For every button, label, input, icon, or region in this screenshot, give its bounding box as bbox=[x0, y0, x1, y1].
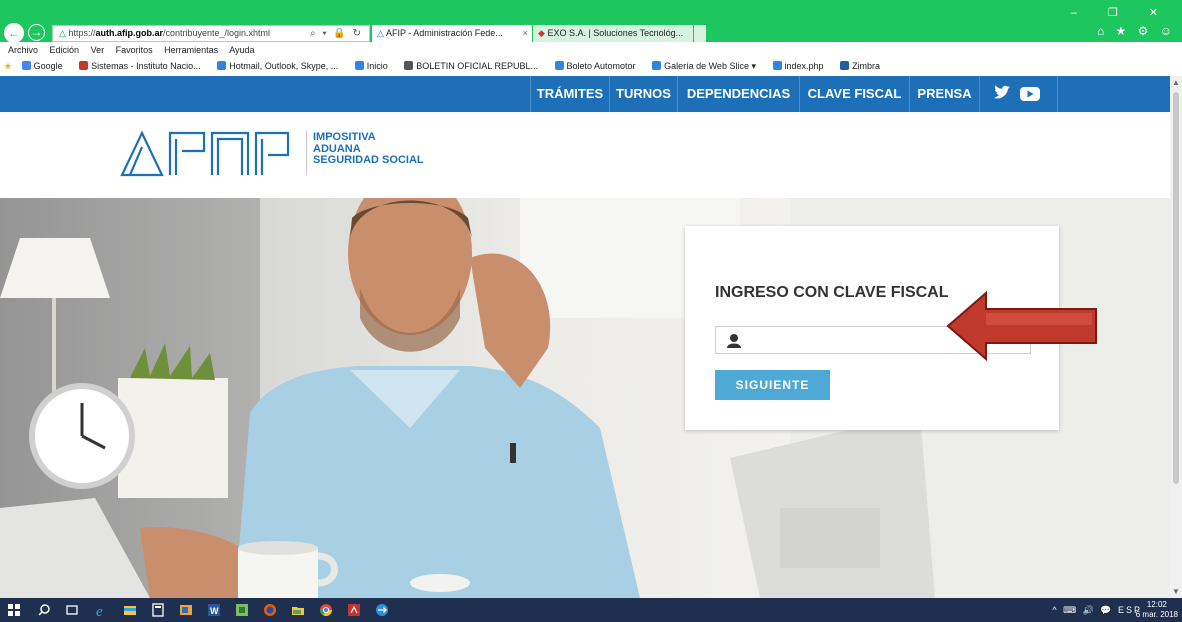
menu-edicion[interactable]: Edición bbox=[50, 45, 80, 55]
calculator-icon[interactable] bbox=[150, 602, 166, 618]
afip-logo[interactable] bbox=[120, 129, 292, 179]
red-arrow-annotation bbox=[946, 291, 1097, 361]
fav-sistemas[interactable]: Sistemas - Instituto Nacio... bbox=[79, 61, 208, 71]
clock-image bbox=[29, 383, 135, 489]
address-prefix: https:// bbox=[68, 28, 96, 38]
address-tools[interactable]: ⌕ ▾ 🔒 ↻ bbox=[310, 26, 363, 41]
fav-galeria[interactable]: Galería de Web Slice ▾ bbox=[652, 61, 763, 71]
folder-app-icon[interactable] bbox=[290, 602, 306, 618]
task-view-icon[interactable] bbox=[64, 602, 80, 618]
teamviewer-icon[interactable] bbox=[374, 602, 390, 618]
fav-boleto[interactable]: Boleto Automotor bbox=[554, 61, 643, 71]
tab-afip[interactable]: △ AFIP - Administración Fede... × bbox=[372, 25, 532, 42]
siguiente-button[interactable]: SIGUIENTE bbox=[715, 370, 830, 400]
favorites-star-icon: ★ bbox=[4, 61, 13, 71]
file-explorer-icon[interactable] bbox=[122, 602, 138, 618]
ie-page-icon bbox=[554, 61, 564, 70]
excel-icon[interactable] bbox=[234, 602, 250, 618]
address-bar[interactable]: △ https://auth.afip.gob.ar/contribuyente… bbox=[52, 25, 370, 42]
afip-favicon-icon: △ bbox=[377, 28, 384, 38]
nav-turnos[interactable]: TURNOS bbox=[610, 76, 678, 112]
twitter-icon[interactable] bbox=[994, 85, 1010, 99]
back-button[interactable]: ← bbox=[4, 23, 24, 43]
menu-ayuda[interactable]: Ayuda bbox=[229, 45, 254, 55]
ie-page-icon bbox=[217, 61, 227, 70]
address-host: auth.afip.gob.ar bbox=[95, 28, 163, 38]
scroll-down-icon[interactable]: ▼ bbox=[1172, 587, 1180, 596]
nav-tramites[interactable]: TRÁMITES bbox=[530, 76, 610, 112]
ie-page-icon bbox=[772, 61, 782, 70]
close-tab-icon[interactable]: × bbox=[523, 25, 528, 41]
new-tab-button[interactable] bbox=[694, 25, 706, 42]
fav-index[interactable]: index.php bbox=[772, 61, 831, 71]
menu-favoritos[interactable]: Favoritos bbox=[116, 45, 153, 55]
lock-site-icon: △ bbox=[59, 28, 66, 38]
brand-line-impositiva: IMPOSITIVA bbox=[313, 131, 376, 143]
fav-zimbra[interactable]: Zimbra bbox=[840, 61, 887, 71]
zimbra-icon bbox=[840, 61, 850, 70]
outlook-icon[interactable] bbox=[178, 602, 194, 618]
svg-text:W: W bbox=[210, 606, 219, 616]
fav-google[interactable]: Google bbox=[21, 61, 70, 71]
social-icons bbox=[994, 85, 1040, 101]
brand-tagline: IMPOSITIVA ADUANA SEGURIDAD SOCIAL bbox=[313, 131, 424, 167]
ie-page-icon bbox=[652, 61, 662, 70]
exo-favicon-icon: ◆ bbox=[538, 28, 545, 38]
monitor-image bbox=[730, 413, 935, 598]
nav-dependencias[interactable]: DEPENDENCIAS bbox=[678, 76, 800, 112]
clock-date: 6 mar. 2018 bbox=[1135, 610, 1178, 619]
taskbar-clock[interactable]: 12:02 6 mar. 2018 bbox=[1136, 600, 1178, 620]
menu-herramientas[interactable]: Herramientas bbox=[164, 45, 218, 55]
boletin-icon bbox=[404, 61, 414, 70]
brand-line-seguridad: SEGURIDAD SOCIAL bbox=[313, 154, 424, 166]
user-icon bbox=[727, 334, 741, 348]
search-icon[interactable] bbox=[36, 602, 52, 618]
page-scrollbar[interactable]: ▲ ▼ bbox=[1170, 76, 1182, 598]
hero-section: INGRESO CON CLAVE FISCAL SIGUIENTE bbox=[0, 198, 1170, 598]
mouse-image bbox=[410, 574, 470, 592]
system-tray[interactable]: ^ ⌨ 🔊 💬 ESP bbox=[1052, 598, 1142, 622]
internet-explorer-icon[interactable]: e bbox=[94, 602, 110, 618]
window-controls[interactable]: – ❐ ✕ bbox=[1071, 6, 1172, 19]
taskbar: e W ^ ⌨ 🔊 💬 ESP 12:02 6 mar. 2018 bbox=[0, 598, 1182, 622]
menu-archivo[interactable]: Archivo bbox=[8, 45, 38, 55]
address-path: /contribuyente_/login.xhtml bbox=[162, 28, 271, 38]
forward-button[interactable]: → bbox=[28, 24, 45, 41]
ie-page-icon bbox=[354, 61, 364, 70]
fav-inicio[interactable]: Inicio bbox=[354, 61, 395, 71]
tab-exo[interactable]: ◆ EXO S.A. | Soluciones Tecnológ... bbox=[533, 25, 693, 42]
youtube-icon[interactable] bbox=[1020, 87, 1040, 101]
browser-titlebar: ← → △ https://auth.afip.gob.ar/contribuy… bbox=[0, 0, 1182, 43]
menu-ver[interactable]: Ver bbox=[91, 45, 105, 55]
acrobat-icon[interactable] bbox=[346, 602, 362, 618]
firefox-icon[interactable] bbox=[262, 602, 278, 618]
scroll-thumb[interactable] bbox=[1173, 92, 1179, 484]
page-viewport: TRÁMITES TURNOS DEPENDENCIAS CLAVE FISCA… bbox=[0, 76, 1170, 598]
clock-time: 12:02 bbox=[1146, 600, 1167, 609]
chrome-icon[interactable] bbox=[318, 602, 334, 618]
favorites-bar: ★ Google Sistemas - Instituto Nacio... H… bbox=[0, 58, 1182, 74]
brand-separator bbox=[306, 131, 307, 175]
windows-start-icon[interactable] bbox=[6, 602, 22, 618]
nav-clave-fiscal[interactable]: CLAVE FISCAL bbox=[800, 76, 910, 112]
brand-header: IMPOSITIVA ADUANA SEGURIDAD SOCIAL bbox=[0, 112, 1170, 198]
nav-prensa[interactable]: PRENSA bbox=[910, 76, 980, 112]
tab-label: EXO S.A. | Soluciones Tecnológ... bbox=[547, 28, 684, 38]
word-icon[interactable]: W bbox=[206, 602, 222, 618]
tab-label: AFIP - Administración Fede... bbox=[385, 28, 503, 38]
fav-boletin[interactable]: BOLETIN OFICIAL REPUBL... bbox=[404, 61, 545, 71]
browser-toolbar-icons[interactable]: ⌂ ★ ⚙ ☺ bbox=[1097, 24, 1176, 38]
fav-hotmail[interactable]: Hotmail, Outlook, Skype, ... bbox=[217, 61, 345, 71]
scroll-up-icon[interactable]: ▲ bbox=[1172, 78, 1180, 87]
top-navigation: TRÁMITES TURNOS DEPENDENCIAS CLAVE FISCA… bbox=[0, 76, 1170, 112]
menu-bar: Archivo Edición Ver Favoritos Herramient… bbox=[0, 42, 1182, 58]
login-title: INGRESO CON CLAVE FISCAL bbox=[715, 284, 949, 301]
google-icon bbox=[21, 61, 31, 70]
sistemas-icon bbox=[79, 61, 89, 70]
svg-text:e: e bbox=[96, 604, 103, 618]
social-links bbox=[980, 76, 1058, 112]
